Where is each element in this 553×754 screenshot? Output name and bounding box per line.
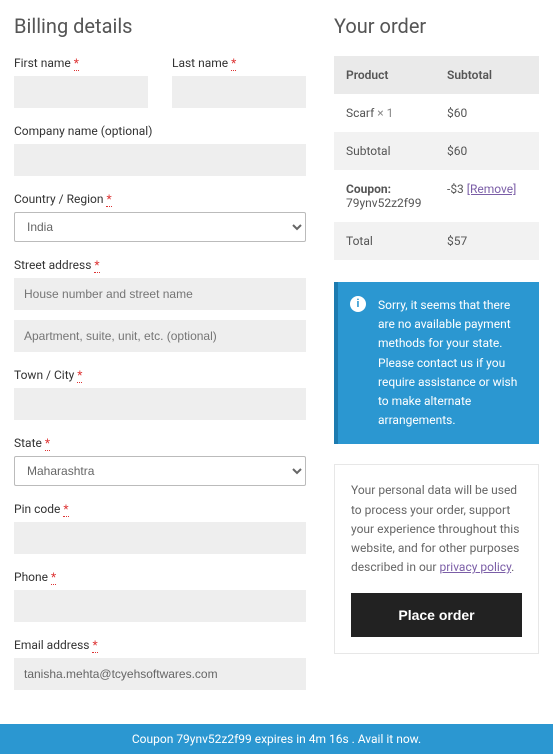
email-input[interactable] <box>14 658 306 690</box>
billing-heading: Billing details <box>14 14 306 38</box>
payment-notice: i Sorry, it seems that there are no avai… <box>334 282 539 444</box>
required-mark: * <box>106 192 111 207</box>
coupon-timer-bar: Coupon 79ynv52z2f99 expires in 4m 16s . … <box>0 724 553 754</box>
last-name-input[interactable] <box>172 76 306 108</box>
street-label: Street address * <box>14 258 306 272</box>
required-mark: * <box>45 436 50 451</box>
item-price: $60 <box>447 106 527 120</box>
street-input-2[interactable] <box>14 320 306 352</box>
product-header: Product <box>346 68 447 82</box>
company-input[interactable] <box>14 144 306 176</box>
city-input[interactable] <box>14 388 306 420</box>
pin-label: Pin code * <box>14 502 306 516</box>
email-label: Email address * <box>14 638 306 652</box>
required-mark: * <box>63 502 68 517</box>
order-heading: Your order <box>334 14 539 38</box>
coupon-discount: -$3 <box>447 182 464 196</box>
pin-input[interactable] <box>14 522 306 554</box>
phone-label: Phone * <box>14 570 306 584</box>
last-name-label: Last name * <box>172 56 306 70</box>
subtotal-header: Subtotal <box>447 68 527 82</box>
required-mark: * <box>94 258 99 273</box>
subtotal-value: $60 <box>447 144 527 158</box>
table-row: Scarf × 1 <box>346 106 447 120</box>
state-select[interactable]: Maharashtra <box>14 456 306 486</box>
required-mark: * <box>51 570 56 585</box>
required-mark: * <box>77 368 82 383</box>
privacy-box: Your personal data will be used to proce… <box>334 464 539 654</box>
subtotal-label: Subtotal <box>346 144 447 158</box>
total-label: Total <box>346 234 447 248</box>
street-input-1[interactable] <box>14 278 306 310</box>
privacy-policy-link[interactable]: privacy policy <box>439 560 511 574</box>
required-mark: * <box>92 638 97 653</box>
remove-coupon-link[interactable]: [Remove] <box>467 182 517 196</box>
total-value: $57 <box>447 234 527 248</box>
city-label: Town / City * <box>14 368 306 382</box>
required-mark: * <box>231 56 236 71</box>
info-icon: i <box>350 296 366 312</box>
first-name-label: First name * <box>14 56 148 70</box>
coupon-row: Coupon: 79ynv52z2f99 <box>346 182 447 210</box>
required-mark: * <box>74 56 79 71</box>
first-name-input[interactable] <box>14 76 148 108</box>
place-order-button[interactable]: Place order <box>351 593 522 637</box>
country-select[interactable]: India <box>14 212 306 242</box>
company-label: Company name (optional) <box>14 124 306 138</box>
phone-input[interactable] <box>14 590 306 622</box>
state-label: State * <box>14 436 306 450</box>
order-summary-table: Product Subtotal Scarf × 1 $60 Subtotal … <box>334 56 539 260</box>
country-label: Country / Region * <box>14 192 306 206</box>
